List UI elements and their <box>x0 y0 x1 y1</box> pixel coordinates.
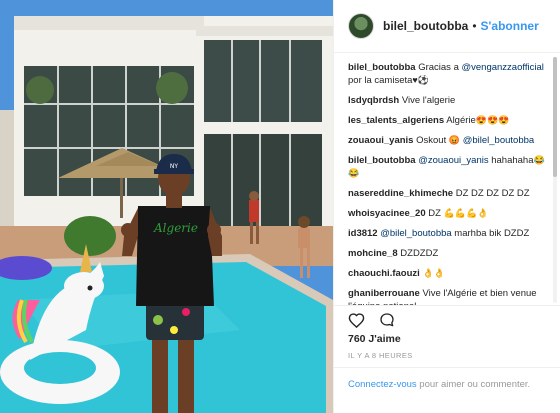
shirt-lettering: Algerie <box>153 221 198 235</box>
comment-emoji: 😡 <box>448 135 461 145</box>
comment-item: nasereddine_khimeche DZ DZ DZ DZ DZ <box>348 187 546 200</box>
comment-item: ghaniberrouane Vive l'Algérie et bien ve… <box>348 287 546 305</box>
comment-username[interactable]: nasereddine_khimeche <box>348 188 453 199</box>
comments-scrollbar[interactable] <box>553 57 557 303</box>
comment-item: zouaoui_yanis Oskout 😡 @bilel_boutobba <box>348 134 546 147</box>
instagram-post: NY Algerie bilel_boutobba • S'abonner bi… <box>0 0 560 413</box>
post-timestamp: IL Y A 8 HEURES <box>348 351 413 360</box>
comment-text: Algérie <box>446 115 476 126</box>
comment-username[interactable]: chaouchi.faouzi <box>348 268 420 279</box>
header-username[interactable]: bilel_boutobba <box>383 19 468 33</box>
separator-dot: • <box>472 19 477 33</box>
comment-item: les_talents_algeriens Algérie😍😍😍 <box>348 114 546 127</box>
photo-scene: NY Algerie <box>0 0 333 413</box>
comment-username[interactable]: bilel_boutobba <box>348 62 416 73</box>
post-header: bilel_boutobba • S'abonner <box>334 0 560 53</box>
login-prompt-text: pour aimer ou commenter. <box>416 379 531 390</box>
comment-username[interactable]: mohcine_8 <box>348 248 398 259</box>
glass-window-upper-right <box>204 40 322 122</box>
comment-text: Vive l'algerie <box>401 95 456 106</box>
glass-window-lower-right <box>204 134 322 230</box>
comment-mention[interactable]: @bilel_boutobba <box>380 228 451 239</box>
comment-username[interactable]: ghaniberrouane <box>348 288 420 299</box>
heart-icon[interactable] <box>348 312 365 328</box>
person-background <box>249 200 259 222</box>
action-bar <box>334 305 560 333</box>
scrollbar-thumb[interactable] <box>553 57 557 177</box>
comment-emoji: 👌👌 <box>422 268 445 278</box>
comment-username[interactable]: les_talents_algeriens <box>348 115 444 126</box>
comment-icon[interactable] <box>379 312 395 328</box>
comment-text: DZDZDZ <box>400 248 439 259</box>
side-building <box>0 110 16 230</box>
comment-username[interactable]: id3812 <box>348 228 378 239</box>
login-prompt: Connectez-vous pour aimer ou commenter. <box>334 367 560 413</box>
comment-mention[interactable]: @zouaoui_yanis <box>418 155 488 166</box>
comment-item: id3812 @bilel_boutobba marhba bik DZDZ <box>348 227 546 240</box>
avatar[interactable] <box>348 13 374 39</box>
comment-username[interactable]: bilel_boutobba <box>348 155 416 166</box>
comment-text: hahahaha <box>488 155 534 166</box>
comments-panel: bilel_boutobba • S'abonner bilel_boutobb… <box>333 0 560 413</box>
comment-item: bilel_boutobba @zouaoui_yanis hahahaha😂😂 <box>348 154 546 180</box>
comment-item: chaouchi.faouzi 👌👌 <box>348 267 546 280</box>
comment-text: DZ DZ DZ DZ DZ <box>455 188 530 199</box>
comment-username[interactable]: zouaoui_yanis <box>348 135 413 146</box>
comment-text: Gracias a <box>418 62 462 73</box>
comment-item: lsdyqbrdsh Vive l'algerie <box>348 94 546 107</box>
comment-username[interactable]: whoisyacinee_20 <box>348 208 426 219</box>
follow-button[interactable]: S'abonner <box>481 19 539 33</box>
comment-text: Oskout <box>416 135 449 146</box>
comment-text: marhba bik DZDZ <box>451 228 530 239</box>
plant <box>64 216 116 256</box>
likes-count[interactable]: 760 J'aime <box>348 333 401 345</box>
comment-item: mohcine_8 DZDZDZ <box>348 247 546 260</box>
child-background <box>298 228 310 248</box>
comment-emoji: 💪💪💪👌 <box>443 208 489 218</box>
comment-emoji: ♥⚽ <box>412 75 429 85</box>
comment-mention[interactable]: @venganzzaofficial <box>462 62 544 73</box>
comment-text: DZ <box>428 208 444 219</box>
cap-logo: NY <box>170 163 178 170</box>
comment-mention[interactable]: @bilel_boutobba <box>460 135 534 146</box>
comment-text: por la camiseta <box>348 75 413 86</box>
comments-list[interactable]: bilel_boutobba Gracias a @venganzzaoffic… <box>334 53 560 305</box>
post-photo[interactable]: NY Algerie <box>0 0 333 413</box>
comment-item: whoisyacinee_20 DZ 💪💪💪👌 <box>348 207 546 220</box>
comment-username[interactable]: lsdyqbrdsh <box>348 95 399 106</box>
comment-emoji: 😍😍😍 <box>475 115 510 125</box>
comment-item: bilel_boutobba Gracias a @venganzzaoffic… <box>348 61 546 87</box>
login-link[interactable]: Connectez-vous <box>348 379 417 390</box>
